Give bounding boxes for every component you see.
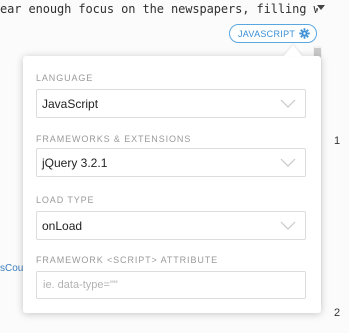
gear-icon [299, 28, 310, 39]
editor-page: ear enough focus on the newspapers, fill… [0, 0, 349, 333]
language-settings-button[interactable]: JAVASCRIPT [229, 24, 317, 43]
line-number: 1 [334, 135, 341, 147]
script-attribute-input[interactable] [36, 271, 306, 299]
language-badge-label: JAVASCRIPT [238, 28, 296, 39]
language-select-value: JavaScript [42, 97, 99, 111]
script-attribute-label: FRAMEWORK <SCRIPT> ATTRIBUTE [36, 255, 219, 265]
load-type-select-value: onLoad [42, 219, 83, 233]
code-line[interactable]: ear enough focus on the newspapers, fill… [0, 0, 318, 18]
frameworks-select-value: jQuery 3.2.1 [42, 156, 108, 170]
line-number: 2 [334, 307, 341, 319]
load-type-select[interactable]: onLoad [36, 211, 306, 240]
chevron-down-icon [280, 158, 296, 167]
language-select[interactable]: JavaScript [36, 89, 306, 118]
caret-down-icon[interactable] [317, 5, 325, 10]
frameworks-select[interactable]: jQuery 3.2.1 [36, 148, 306, 177]
chevron-down-icon [280, 221, 296, 230]
panel-pointer-arrow [284, 45, 302, 56]
chevron-down-icon [280, 99, 296, 108]
load-type-label: LOAD TYPE [36, 195, 95, 205]
frameworks-label: FRAMEWORKS & EXTENSIONS [36, 134, 192, 144]
code-snippet-fragment: sCou [0, 263, 24, 274]
language-label: LANGUAGE [36, 73, 94, 83]
